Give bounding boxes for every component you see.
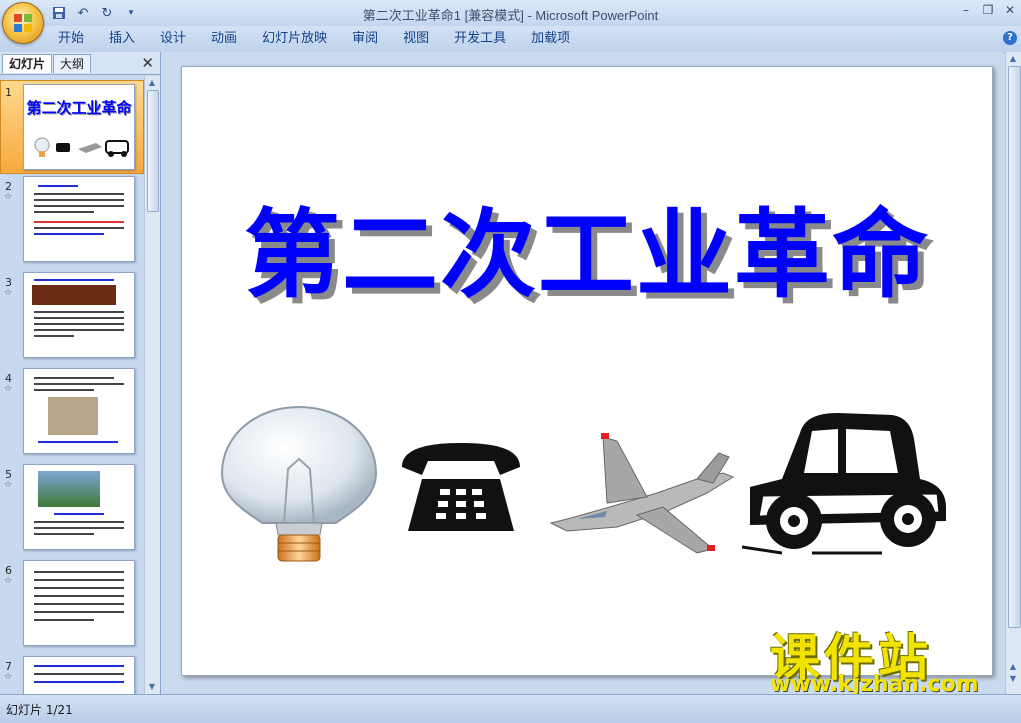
telephone-icon[interactable] — [396, 439, 526, 539]
slide-thumb-7[interactable]: 7 ☆ — [0, 656, 144, 694]
tab-slides[interactable]: 幻灯片 — [2, 54, 53, 73]
scroll-thumb[interactable] — [147, 90, 159, 212]
tab-addins[interactable]: 加载项 — [531, 30, 581, 48]
thumb-preview — [23, 272, 135, 358]
animation-star-icon: ☆ — [4, 672, 13, 682]
thumbnail-scrollbar[interactable]: ▲ ▼ — [144, 76, 160, 694]
slide-thumbnails: 1 第二次工业革命 2 ☆ 3 ☆ 4 ☆ 5 ☆ 6 ☆ 7 ☆ — [0, 76, 144, 694]
slides-panel: 幻灯片 大纲 ✕ 1 第二次工业革命 2 ☆ 3 ☆ 4 ☆ 5 ☆ 6 ☆ 7… — [0, 52, 161, 694]
slide-thumb-2[interactable]: 2 ☆ — [0, 176, 144, 264]
office-logo-icon — [14, 14, 32, 32]
thumb-preview — [23, 464, 135, 550]
thumb-preview — [23, 176, 135, 262]
slide-counter: 幻灯片 1/21 — [6, 703, 73, 717]
slide-scrollbar[interactable]: ▲ ▲ ▼ — [1005, 52, 1021, 694]
office-button[interactable] — [2, 2, 44, 44]
minimize-icon[interactable]: – — [955, 0, 977, 20]
slide-thumb-5[interactable]: 5 ☆ — [0, 464, 144, 552]
slide-editing-area: 第二次工业革命 — [161, 52, 1004, 694]
tab-developer[interactable]: 开发工具 — [454, 30, 517, 48]
status-bar: 幻灯片 1/21 — [0, 694, 1021, 723]
tab-animation[interactable]: 动画 — [211, 30, 248, 48]
animation-star-icon: ☆ — [4, 192, 13, 202]
vintage-car-icon[interactable] — [742, 407, 952, 557]
thumb-image — [38, 471, 100, 507]
animation-star-icon: ☆ — [4, 576, 13, 586]
close-icon[interactable]: ✕ — [999, 0, 1021, 20]
window-title: 第二次工业革命1 [兼容模式] - Microsoft PowerPoint — [362, 8, 659, 23]
tab-review[interactable]: 审阅 — [352, 30, 389, 48]
slide-thumb-6[interactable]: 6 ☆ — [0, 560, 144, 648]
restore-icon[interactable]: ❐ — [977, 0, 999, 20]
tab-home[interactable]: 开始 — [58, 30, 95, 48]
slide-title[interactable]: 第二次工业革命 — [182, 177, 992, 316]
animation-star-icon: ☆ — [4, 480, 13, 490]
panel-tabs: 幻灯片 大纲 ✕ — [0, 52, 160, 75]
animation-star-icon: ☆ — [4, 288, 13, 298]
tab-outline[interactable]: 大纲 — [53, 54, 92, 73]
close-panel-icon[interactable]: ✕ — [141, 54, 154, 72]
slide-number: 1 — [5, 86, 12, 99]
tab-slideshow[interactable]: 幻灯片放映 — [262, 30, 338, 48]
slide-thumb-3[interactable]: 3 ☆ — [0, 272, 144, 360]
slide-canvas[interactable]: 第二次工业革命 — [181, 66, 993, 676]
thumb-preview — [23, 560, 135, 646]
thumb-image — [48, 397, 98, 435]
ribbon: 开始 插入 设计 动画 幻灯片放映 审阅 视图 开发工具 加载项 ? — [0, 26, 1021, 53]
slide-thumb-4[interactable]: 4 ☆ — [0, 368, 144, 456]
scroll-up-icon[interactable]: ▲ — [147, 78, 157, 88]
prev-slide-icon[interactable]: ▲ — [1008, 662, 1018, 672]
tab-insert[interactable]: 插入 — [109, 30, 146, 48]
tab-design[interactable]: 设计 — [160, 30, 197, 48]
thumb-preview: 第二次工业革命 — [23, 84, 135, 170]
ribbon-tabs: 开始 插入 设计 动画 幻灯片放映 审阅 视图 开发工具 加载项 — [58, 30, 595, 48]
thumb-preview — [23, 368, 135, 454]
next-slide-icon[interactable]: ▼ — [1008, 674, 1018, 684]
scroll-down-icon[interactable]: ▼ — [147, 682, 157, 692]
thumb-icons — [34, 137, 129, 157]
fighter-jet-icon[interactable] — [547, 407, 747, 557]
thumb-image — [32, 285, 116, 305]
thumb-preview — [23, 656, 135, 694]
tab-view[interactable]: 视图 — [403, 30, 440, 48]
title-bar: ↶ ↻ ▾ 第二次工业革命1 [兼容模式] - Microsoft PowerP… — [0, 0, 1021, 44]
animation-star-icon: ☆ — [4, 384, 13, 394]
scroll-up-icon[interactable]: ▲ — [1008, 54, 1018, 64]
window-controls: – ❐ ✕ — [955, 0, 1021, 20]
slide-thumb-1[interactable]: 1 第二次工业革命 — [0, 80, 144, 174]
help-icon[interactable]: ? — [1003, 31, 1017, 45]
light-bulb-icon[interactable] — [214, 399, 384, 569]
thumb-title: 第二次工业革命 — [26, 99, 132, 117]
scroll-thumb[interactable] — [1008, 66, 1021, 628]
